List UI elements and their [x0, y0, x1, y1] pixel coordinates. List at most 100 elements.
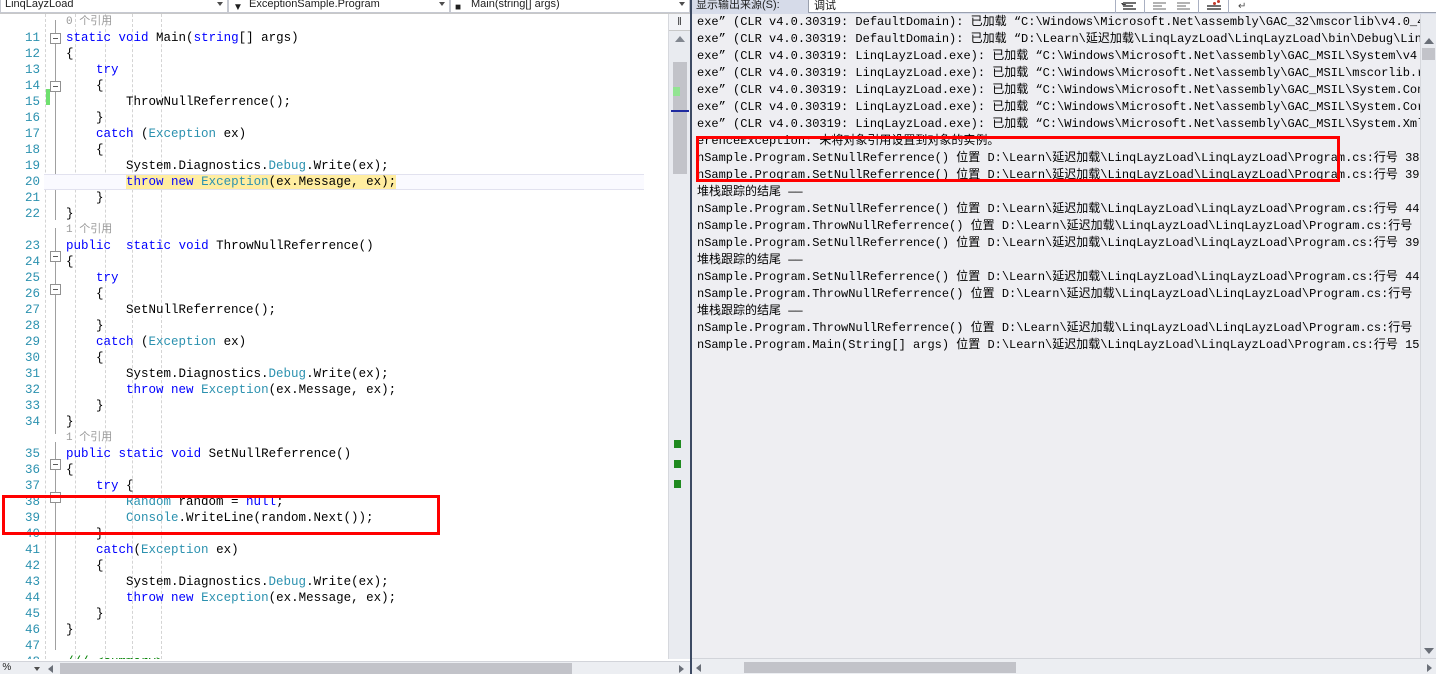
code-text: }	[66, 415, 74, 429]
scroll-up-arrow-icon[interactable]	[675, 36, 685, 42]
output-line[interactable]: nSample.Program.SetNullReferrence() 位置 D…	[692, 269, 1422, 286]
code-line[interactable]: 21 }	[0, 190, 668, 206]
output-line[interactable]: 堆栈跟踪的结尾 ——	[692, 184, 1422, 201]
code-line[interactable]: 28 }	[0, 318, 668, 334]
code-line[interactable]: 38 Random random = null;	[0, 494, 668, 510]
output-line[interactable]: exe” (CLR v4.0.30319: LinqLayzLoad.exe):…	[692, 82, 1422, 99]
output-line[interactable]: nSample.Program.ThrowNullReferrence() 位置…	[692, 218, 1422, 235]
code-line[interactable]: 20 throw new Exception(ex.Message, ex);	[0, 174, 668, 190]
code-line[interactable]: 24 {	[0, 254, 668, 270]
code-line[interactable]: 32 throw new Exception(ex.Message, ex);	[0, 382, 668, 398]
code-line[interactable]: 19 System.Diagnostics.Debug.Write(ex);	[0, 158, 668, 174]
output-line[interactable]: exe” (CLR v4.0.30319: LinqLayzLoad.exe):…	[692, 99, 1422, 116]
output-scrollbar-thumb[interactable]	[1422, 48, 1435, 60]
toggle-word-wrap-button[interactable]	[1150, 0, 1170, 14]
code-line-list[interactable]: 0 个引用 11 static void Main(string[] args) 12…	[0, 14, 668, 659]
code-line[interactable]: 22}	[0, 206, 668, 222]
code-line[interactable]: 35 public static void SetNullReferrence()	[0, 446, 668, 462]
line-number: 26	[24, 287, 40, 301]
output-line[interactable]: nSample.Program.SetNullReferrence() 位置 D…	[692, 167, 1422, 184]
navbar-member-dropdown[interactable]: ■ Main(string[] args)	[450, 0, 690, 13]
code-line[interactable]: 41 catch(Exception ex)	[0, 542, 668, 558]
clear-all-button[interactable]	[1120, 0, 1140, 14]
code-line[interactable]: 29 catch (Exception ex)	[0, 334, 668, 350]
code-text: public static void ThrowNullReferrence()	[66, 239, 374, 253]
scroll-left-arrow-icon[interactable]	[48, 665, 53, 673]
scroll-left-arrow-icon[interactable]	[696, 664, 701, 672]
output-line[interactable]: erenceException: 未将对象引用设置到对象的实例。	[692, 133, 1422, 150]
code-line[interactable]: 12 {	[0, 46, 668, 62]
output-line[interactable]: nSample.Program.SetNullReferrence() 位置 D…	[692, 235, 1422, 252]
code-line[interactable]: 17 catch (Exception ex)	[0, 126, 668, 142]
output-line[interactable]: nSample.Program.Main(String[] args) 位置 D…	[692, 337, 1422, 354]
code-line[interactable]: 42 {	[0, 558, 668, 574]
code-lens-reference-hint[interactable]: 1 个引用	[66, 430, 112, 446]
line-number: 30	[24, 351, 40, 365]
code-line[interactable]: 45 }	[0, 606, 668, 622]
code-surface[interactable]: 0 个引用 11 static void Main(string[] args) 12…	[0, 14, 668, 659]
navbar-project-dropdown[interactable]: LinqLayzLoad	[0, 0, 228, 13]
code-line[interactable]: 31 System.Diagnostics.Debug.Write(ex);	[0, 366, 668, 382]
scroll-up-arrow-icon[interactable]	[1424, 38, 1434, 44]
output-line[interactable]: 堆栈跟踪的结尾 ——	[692, 303, 1422, 320]
code-line[interactable]: 46}	[0, 622, 668, 638]
code-line[interactable]: 40 }	[0, 526, 668, 542]
editor-horizontal-scrollbar-thumb[interactable]	[60, 663, 572, 674]
code-line[interactable]: 0 个引用	[0, 14, 668, 30]
code-line[interactable]: 14 {	[0, 78, 668, 94]
code-line[interactable]: 48 /// <summary>	[0, 654, 668, 659]
output-text-area[interactable]: exe” (CLR v4.0.30319: DefaultDomain): 已加…	[692, 14, 1422, 658]
zoom-level-dropdown[interactable]: 0 %	[0, 662, 46, 674]
output-line[interactable]: nSample.Program.SetNullReferrence() 位置 D…	[692, 150, 1422, 167]
output-line[interactable]: exe” (CLR v4.0.30319: LinqLayzLoad.exe):…	[692, 116, 1422, 133]
scroll-right-arrow-icon[interactable]	[1427, 664, 1432, 672]
code-line[interactable]: 44 throw new Exception(ex.Message, ex);	[0, 590, 668, 606]
output-line[interactable]: exe” (CLR v4.0.30319: DefaultDomain): 已加…	[692, 31, 1422, 48]
editor-split-control[interactable]: ‖	[669, 14, 690, 31]
navbar-type-dropdown[interactable]: ▼ ExceptionSample.Program	[228, 0, 450, 13]
toolbar-separator	[1144, 0, 1145, 13]
scroll-down-arrow-icon[interactable]	[1424, 648, 1434, 654]
output-line[interactable]: exe” (CLR v4.0.30319: DefaultDomain): 已加…	[692, 14, 1422, 31]
code-line[interactable]: 18 {	[0, 142, 668, 158]
go-to-message-button[interactable]	[1204, 0, 1224, 14]
output-vertical-scrollbar[interactable]	[1420, 14, 1436, 658]
output-horizontal-scrollbar-thumb[interactable]	[744, 662, 1016, 673]
line-number: 35	[24, 447, 40, 461]
code-line[interactable]: 11 static void Main(string[] args)	[0, 30, 668, 46]
code-line[interactable]: 25 try	[0, 270, 668, 286]
code-line[interactable]: 43 System.Diagnostics.Debug.Write(ex);	[0, 574, 668, 590]
code-line[interactable]: 16 }	[0, 110, 668, 126]
find-message-button[interactable]: ↵	[1234, 0, 1254, 14]
code-line[interactable]: 23 public static void ThrowNullReferrence…	[0, 238, 668, 254]
editor-body[interactable]: 0 个引用 11 static void Main(string[] args) 12…	[0, 13, 690, 661]
editor-vertical-scrollbar[interactable]: ‖	[668, 14, 690, 659]
code-line[interactable]: 15 ThrowNullReferrence();	[0, 94, 668, 110]
code-line[interactable]: 37 try {	[0, 478, 668, 494]
code-text: {	[66, 463, 74, 477]
scroll-right-arrow-icon[interactable]	[679, 665, 684, 673]
output-line[interactable]: exe” (CLR v4.0.30319: LinqLayzLoad.exe):…	[692, 48, 1422, 65]
code-line[interactable]: 34}	[0, 414, 668, 430]
code-lens-reference-hint[interactable]: 1 个引用	[66, 222, 112, 238]
output-line[interactable]: nSample.Program.SetNullReferrence() 位置 D…	[692, 201, 1422, 218]
code-line[interactable]: 27 SetNullReferrence();	[0, 302, 668, 318]
output-line[interactable]: nSample.Program.ThrowNullReferrence() 位置…	[692, 320, 1422, 337]
editor-scrollbar-thumb[interactable]	[673, 62, 687, 174]
output-line[interactable]: exe” (CLR v4.0.30319: LinqLayzLoad.exe):…	[692, 65, 1422, 82]
code-line[interactable]: 13 try	[0, 62, 668, 78]
code-line[interactable]: 47	[0, 638, 668, 654]
code-line[interactable]: 30 {	[0, 350, 668, 366]
chevron-down-icon	[34, 667, 40, 671]
code-line[interactable]: 33 }	[0, 398, 668, 414]
code-line[interactable]: 39 Console.WriteLine(random.Next());	[0, 510, 668, 526]
output-line[interactable]: nSample.Program.ThrowNullReferrence() 位置…	[692, 286, 1422, 303]
code-line[interactable]: 36 {	[0, 462, 668, 478]
toggle-line-numbers-button[interactable]	[1174, 0, 1194, 14]
code-line[interactable]: 26 {	[0, 286, 668, 302]
code-line[interactable]: 1 个引用	[0, 222, 668, 238]
output-line[interactable]: 堆栈跟踪的结尾 ——	[692, 252, 1422, 269]
code-lens-reference-hint[interactable]: 0 个引用	[66, 14, 112, 30]
code-line[interactable]: 1 个引用	[0, 430, 668, 446]
code-text: Console.WriteLine(random.Next());	[126, 511, 374, 525]
